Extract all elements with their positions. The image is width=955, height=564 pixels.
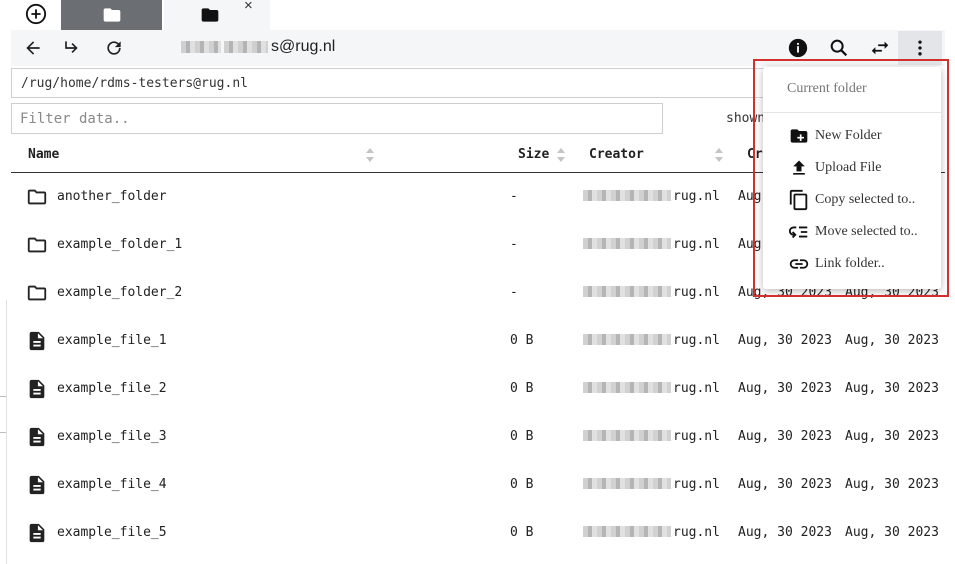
file-icon — [29, 523, 45, 543]
file-creator: rug.nl — [583, 429, 720, 444]
file-icon — [29, 427, 45, 447]
file-name[interactable]: example_file_4 — [57, 477, 167, 492]
file-icon — [29, 475, 45, 495]
refresh-button[interactable] — [101, 35, 127, 61]
file-name[interactable]: example_folder_1 — [57, 237, 182, 252]
file-name[interactable]: another_folder — [57, 189, 167, 204]
left-edge-tick — [0, 396, 6, 397]
file-creator: rug.nl — [583, 285, 720, 300]
swap-button[interactable] — [867, 35, 893, 61]
file-size: 0 B — [510, 381, 534, 396]
add-circle-icon — [25, 3, 47, 25]
swap-icon — [871, 41, 889, 55]
left-edge-line — [6, 300, 7, 564]
redacted-text — [583, 478, 671, 489]
file-name[interactable]: example_folder_2 — [57, 285, 182, 300]
table-row[interactable]: example_file_1 0 B rug.nl Aug, 30 2023 Aug, … — [11, 317, 945, 365]
back-arrow-icon — [26, 41, 40, 55]
folder-outline-icon — [27, 189, 47, 205]
redacted-text — [583, 382, 671, 393]
file-created-date: Aug, 30 2023 — [738, 333, 832, 348]
file-modified-date: Aug, 30 2023 — [845, 525, 939, 540]
folder-icon — [103, 8, 120, 22]
file-size: 0 B — [510, 477, 534, 492]
user-email-suffix: s@rug.nl — [271, 38, 336, 55]
user-identity: s@rug.nl — [181, 36, 335, 58]
table-row[interactable]: example_file_3 0 B rug.nl Aug, 30 2023 Aug, … — [11, 413, 945, 461]
file-icon — [29, 331, 45, 351]
search-icon — [830, 39, 848, 57]
column-header-name[interactable]: Name — [28, 147, 59, 162]
file-created-date: Aug, 30 2023 — [738, 525, 832, 540]
file-modified-date: Aug, 30 2023 — [845, 333, 939, 348]
forward-arrow-icon — [65, 41, 78, 53]
add-tab-button[interactable] — [22, 0, 50, 28]
file-created-date: Aug, 30 2023 — [738, 477, 832, 492]
file-created-date: Aug, 30 2023 — [738, 381, 832, 396]
tab-close-button[interactable]: × — [244, 0, 253, 14]
table-row[interactable]: example_file_4 0 B rug.nl Aug, 30 2023 Aug, … — [11, 461, 945, 509]
tab-bar: × — [0, 0, 955, 30]
tab-folder-active[interactable] — [164, 0, 270, 30]
file-icon — [29, 379, 45, 399]
more-vert-icon — [918, 40, 922, 56]
file-modified-date: Aug, 30 2023 — [845, 477, 939, 492]
left-edge-tick — [0, 432, 6, 433]
tab-folder-inactive[interactable] — [61, 0, 162, 30]
file-creator: rug.nl — [583, 333, 720, 348]
folder-outline-icon — [27, 237, 47, 253]
path-field[interactable]: /rug/home/rdms-testers@rug.nl — [11, 68, 771, 98]
file-name[interactable]: example_file_1 — [57, 333, 167, 348]
file-modified-date: Aug, 30 2023 — [845, 381, 939, 396]
table-row[interactable]: example_file_5 0 B rug.nl Aug, 30 2023 Aug, … — [11, 509, 945, 557]
file-creator: rug.nl — [583, 237, 720, 252]
column-header-creator[interactable]: Creator — [589, 147, 644, 162]
folder-outline-icon — [27, 285, 47, 301]
file-modified-date: Aug, 30 2023 — [845, 429, 939, 444]
file-name[interactable]: example_file_2 — [57, 381, 167, 396]
redacted-text — [181, 41, 221, 53]
forward-button[interactable] — [58, 35, 84, 61]
file-name[interactable]: example_file_5 — [57, 525, 167, 540]
filter-input[interactable] — [11, 103, 663, 134]
redacted-text — [583, 334, 671, 345]
redacted-text — [583, 286, 671, 297]
redacted-text — [583, 238, 671, 249]
file-name[interactable]: example_file_3 — [57, 429, 167, 444]
file-size: - — [510, 189, 518, 204]
sort-arrows-icon[interactable] — [714, 147, 724, 163]
back-button[interactable] — [20, 35, 46, 61]
file-size: - — [510, 237, 518, 252]
refresh-icon — [107, 41, 121, 55]
info-button[interactable] — [785, 35, 811, 61]
info-icon — [788, 38, 808, 58]
redacted-text — [583, 190, 671, 201]
file-creator: rug.nl — [583, 189, 720, 204]
redacted-text — [224, 41, 268, 53]
file-size: 0 B — [510, 525, 534, 540]
file-size: 0 B — [510, 333, 534, 348]
file-created-date: Aug, 30 2023 — [738, 429, 832, 444]
sort-arrows-icon[interactable] — [365, 147, 375, 163]
file-size: 0 B — [510, 429, 534, 444]
redacted-text — [583, 526, 671, 537]
file-creator: rug.nl — [583, 477, 720, 492]
redacted-text — [583, 430, 671, 441]
table-row[interactable]: example_file_2 0 B rug.nl Aug, 30 2023 Aug, … — [11, 365, 945, 413]
file-creator: rug.nl — [583, 525, 720, 540]
sort-arrows-icon[interactable] — [556, 147, 566, 163]
search-button[interactable] — [826, 35, 852, 61]
file-size: - — [510, 285, 518, 300]
highlight-box — [753, 59, 949, 297]
column-header-size[interactable]: Size — [518, 147, 549, 162]
file-creator: rug.nl — [583, 381, 720, 396]
folder-icon — [201, 8, 219, 22]
